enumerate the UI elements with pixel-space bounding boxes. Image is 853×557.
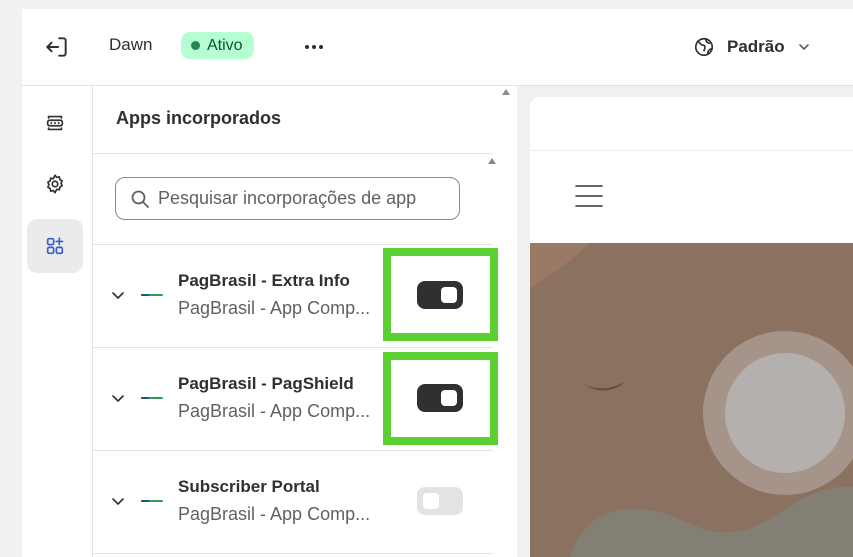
rail-item-settings[interactable] <box>27 157 83 211</box>
status-badge: Ativo <box>181 32 254 59</box>
gear-icon <box>47 174 63 194</box>
more-actions-button[interactable] <box>300 34 328 60</box>
app-embed-toggle[interactable] <box>417 384 463 412</box>
app-embed-icon <box>46 237 64 255</box>
dot-icon <box>312 45 316 49</box>
chevron-down-icon[interactable] <box>111 496 125 508</box>
chevron-down-icon[interactable] <box>111 290 125 302</box>
pagbrasil-logo-icon <box>141 500 163 502</box>
rail-item-sections[interactable] <box>27 96 83 150</box>
app-name: PagBrasil - PagShield <box>178 374 354 393</box>
scroll-up-icon[interactable] <box>488 158 496 164</box>
theme-name: Dawn <box>109 35 153 54</box>
app-subtitle: PagBrasil - App Comp... <box>178 298 371 318</box>
app-subtitle: PagBrasil - App Comp... <box>178 401 371 421</box>
search-input[interactable] <box>158 188 448 209</box>
storefront-preview <box>530 97 853 557</box>
app-embed-row: Subscriber Portal PagBrasil - App Comp..… <box>93 451 493 554</box>
search-icon <box>131 190 149 208</box>
app-subtitle: PagBrasil - App Comp... <box>178 504 371 524</box>
editor-side-rail <box>22 86 93 557</box>
globe-icon <box>694 37 714 57</box>
scroll-up-icon[interactable] <box>502 89 510 95</box>
app-embed-toggle[interactable] <box>417 281 463 309</box>
toggle-knob <box>441 390 457 406</box>
editor-top-bar: Dawn Ativo Padrão <box>22 9 853 86</box>
locale-selector[interactable]: Padrão <box>693 33 811 61</box>
divider <box>93 153 493 154</box>
pagbrasil-logo-icon <box>141 294 163 296</box>
divider <box>530 150 853 151</box>
locale-label: Padrão <box>727 37 785 56</box>
app-embeds-panel: Apps incorporados PagBrasil - Extra Info… <box>93 86 517 557</box>
search-field[interactable] <box>115 177 460 220</box>
dot-icon <box>305 45 309 49</box>
exit-icon <box>46 37 67 57</box>
app-name: PagBrasil - Extra Info <box>178 271 350 290</box>
app-embed-row: PagBrasil - Extra Info PagBrasil - App C… <box>93 245 493 348</box>
panel-title: Apps incorporados <box>116 108 282 128</box>
dot-icon <box>319 45 323 49</box>
pagbrasil-logo-icon <box>141 397 163 399</box>
chevron-down-icon[interactable] <box>111 393 125 405</box>
sections-icon <box>46 115 64 131</box>
app-embed-row: PagBrasil - PagShield PagBrasil - App Co… <box>93 348 493 451</box>
app-embed-toggle[interactable] <box>417 487 463 515</box>
rail-item-app-embeds[interactable] <box>27 219 83 273</box>
chevron-down-icon <box>798 44 809 50</box>
status-dot <box>191 41 200 50</box>
toggle-knob <box>423 493 439 509</box>
app-name: Subscriber Portal <box>178 477 320 496</box>
hero-image <box>530 243 853 557</box>
status-badge-label: Ativo <box>207 36 243 54</box>
menu-icon[interactable] <box>575 182 603 210</box>
exit-button[interactable] <box>44 34 70 60</box>
toggle-knob <box>441 287 457 303</box>
